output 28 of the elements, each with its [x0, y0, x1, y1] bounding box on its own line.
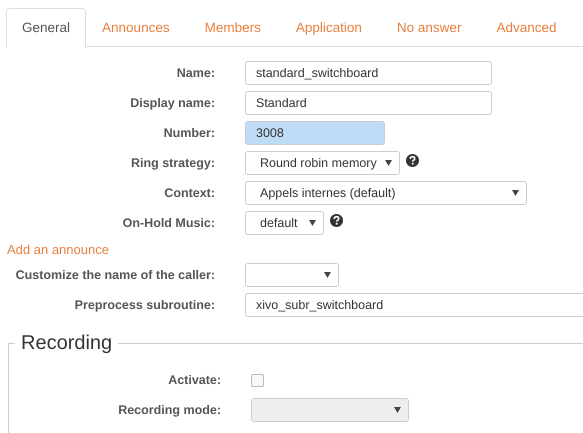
field-label: Preprocess subroutine: — [74, 298, 215, 312]
dropdown[interactable] — [245, 263, 339, 287]
text-field[interactable]: 3008 — [245, 121, 385, 145]
caret-icon — [512, 190, 519, 196]
text-field[interactable]: Standard — [245, 91, 492, 115]
caret-icon — [324, 272, 331, 278]
section-title: Recording — [20, 332, 114, 355]
caret-icon — [394, 407, 401, 413]
help-icon[interactable] — [406, 154, 419, 166]
field-label: Ring strategy: — [130, 156, 215, 170]
field-label: Customize the name of the caller: — [14, 268, 215, 282]
text-field[interactable]: xivo_subr_switchboard — [245, 293, 583, 317]
tab[interactable]: General — [6, 8, 86, 48]
field-label: Activate: — [167, 373, 221, 387]
field-label: Number: — [162, 126, 215, 140]
field-label: Context: — [163, 186, 215, 200]
dropdown[interactable]: Appels internes (default) — [245, 181, 527, 205]
caret-icon — [309, 220, 316, 226]
text-field[interactable]: standard_switchboard — [245, 61, 492, 85]
field-label: On-Hold Music: — [122, 216, 215, 230]
dropdown[interactable]: default — [245, 211, 324, 235]
caret-icon — [385, 160, 392, 166]
help-icon[interactable] — [330, 214, 343, 226]
field-label: Name: — [176, 66, 215, 80]
field-label: Recording mode: — [117, 403, 221, 417]
checkbox[interactable] — [251, 374, 264, 386]
field-label: Display name: — [129, 96, 215, 110]
dropdown[interactable]: Round robin memory — [245, 151, 400, 175]
